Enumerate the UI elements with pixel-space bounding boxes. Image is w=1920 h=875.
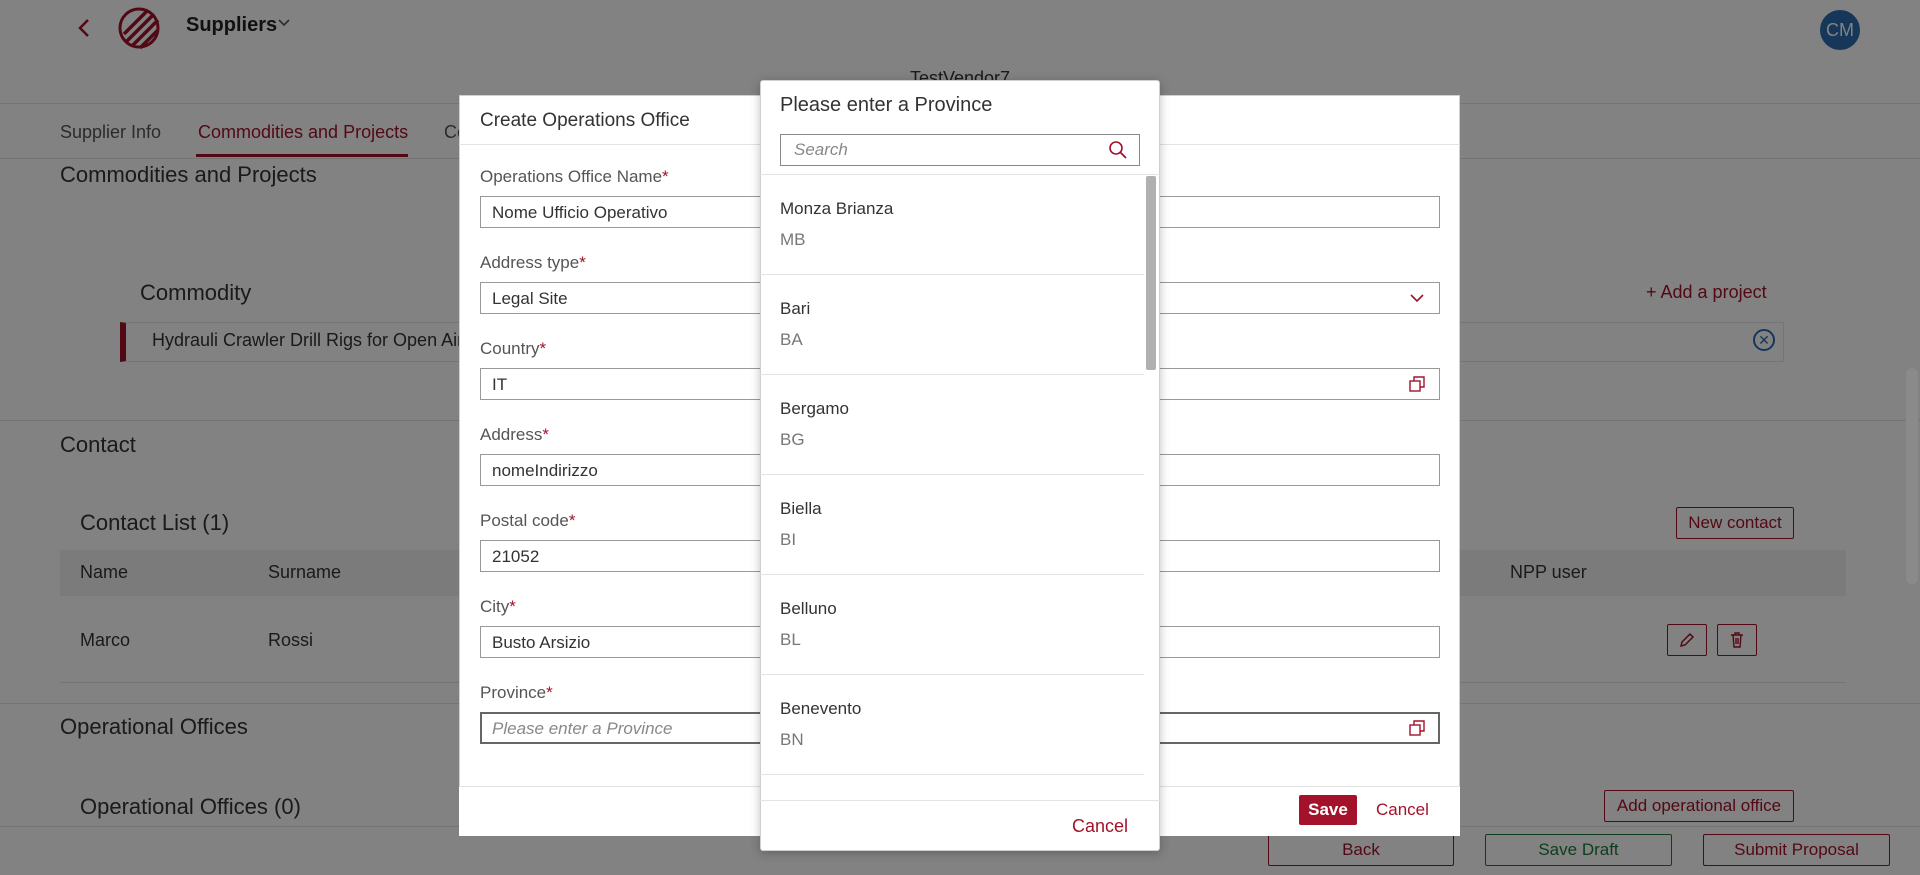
city-value: Busto Arsizio bbox=[492, 633, 591, 652]
list-item-name[interactable]: Belluno bbox=[780, 599, 837, 619]
list-item-code: BG bbox=[780, 430, 805, 449]
office-name-value: Nome Ufficio Operativo bbox=[492, 203, 668, 222]
divider bbox=[760, 374, 1144, 375]
list-item-code: MB bbox=[780, 230, 806, 249]
divider bbox=[760, 174, 1160, 175]
list-item-name[interactable]: Benevento bbox=[780, 699, 861, 719]
address-value: nomeIndirizzo bbox=[492, 461, 598, 480]
country-label: Country* bbox=[480, 339, 547, 358]
city-label: City* bbox=[480, 597, 516, 616]
list-item-name[interactable]: Bergamo bbox=[780, 399, 849, 419]
chevron-down-icon[interactable] bbox=[1408, 289, 1426, 312]
value-help-icon[interactable] bbox=[1408, 375, 1426, 398]
cancel-button[interactable]: Cancel bbox=[1376, 800, 1429, 820]
divider bbox=[760, 474, 1144, 475]
postal-code-value: 21052 bbox=[492, 547, 540, 566]
office-name-label: Operations Office Name* bbox=[480, 167, 669, 186]
divider bbox=[760, 274, 1144, 275]
country-value: IT bbox=[492, 375, 508, 394]
page-scrollbar[interactable] bbox=[1906, 368, 1918, 584]
list-item-name[interactable]: Biella bbox=[780, 499, 822, 519]
save-button[interactable]: Save bbox=[1299, 795, 1357, 825]
list-item-name[interactable]: Monza Brianza bbox=[780, 199, 893, 219]
picker-cancel-button[interactable]: Cancel bbox=[1072, 816, 1128, 837]
picker-title: Please enter a Province bbox=[780, 94, 993, 116]
list-item-code: BI bbox=[780, 530, 797, 549]
address-type-value: Legal Site bbox=[492, 289, 568, 308]
divider bbox=[760, 674, 1144, 675]
postal-code-label: Postal code* bbox=[480, 511, 576, 530]
province-label: Province* bbox=[480, 683, 553, 702]
address-type-label: Address type* bbox=[480, 253, 586, 272]
divider bbox=[760, 800, 1160, 801]
list-scrollbar[interactable] bbox=[1146, 176, 1156, 370]
province-picker-dialog bbox=[760, 80, 1160, 851]
modal-title: Create Operations Office bbox=[480, 110, 690, 131]
list-item-code: BA bbox=[780, 330, 803, 349]
address-label: Address* bbox=[480, 425, 549, 444]
search-icon[interactable] bbox=[1108, 140, 1128, 160]
list-item-code: BL bbox=[780, 630, 801, 649]
list-item-code: BN bbox=[780, 730, 804, 749]
list-item-name[interactable]: Bari bbox=[780, 299, 810, 319]
divider bbox=[760, 574, 1144, 575]
province-placeholder: Please enter a Province bbox=[492, 719, 673, 738]
value-help-icon[interactable] bbox=[1408, 719, 1426, 742]
search-placeholder: Search bbox=[794, 140, 848, 159]
divider bbox=[760, 774, 1144, 775]
